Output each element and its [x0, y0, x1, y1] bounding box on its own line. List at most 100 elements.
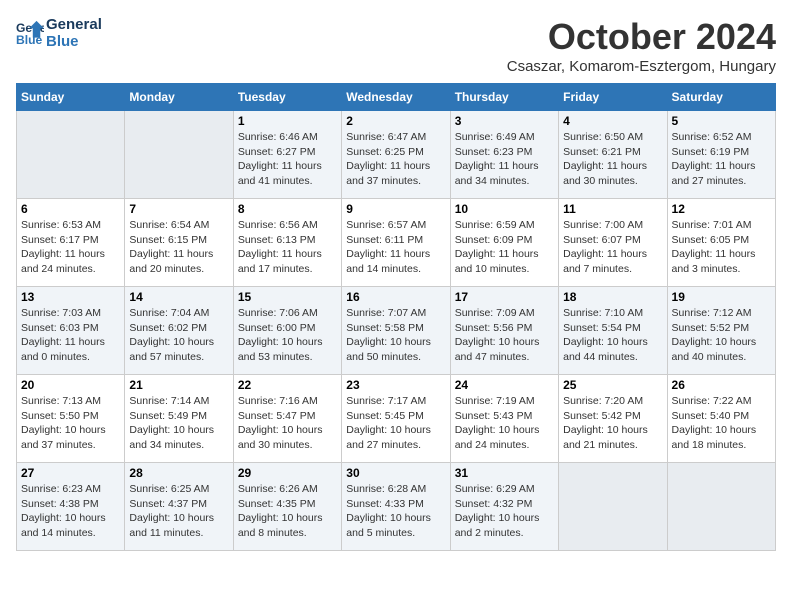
calendar-week-row: 27 Sunrise: 6:23 AM Sunset: 4:38 PM Dayli… — [17, 463, 776, 551]
calendar-cell: 17 Sunrise: 7:09 AM Sunset: 5:56 PM Dayli… — [450, 287, 558, 375]
day-info: Sunrise: 7:04 AM Sunset: 6:02 PM Dayligh… — [129, 306, 228, 365]
day-info: Sunrise: 6:57 AM Sunset: 6:11 PM Dayligh… — [346, 218, 445, 277]
calendar-cell: 19Sunrise: 7:12 AM Sunset: 5:52 PM Dayli… — [667, 287, 775, 375]
day-number: 18 — [563, 290, 662, 304]
calendar-cell: 30 Sunrise: 6:28 AM Sunset: 4:33 PM Dayli… — [342, 463, 450, 551]
day-info: Sunrise: 7:10 AM Sunset: 5:54 PM Dayligh… — [563, 306, 662, 365]
day-info: Sunrise: 7:03 AM Sunset: 6:03 PM Dayligh… — [21, 306, 120, 365]
day-number: 20 — [21, 378, 120, 392]
calendar-cell: 3Sunrise: 6:49 AM Sunset: 6:23 PM Daylig… — [450, 111, 558, 199]
calendar-cell: 23Sunrise: 7:17 AM Sunset: 5:45 PM Dayli… — [342, 375, 450, 463]
day-number: 15 — [238, 290, 337, 304]
day-number: 7 — [129, 202, 228, 216]
weekday-header: Sunday — [17, 84, 125, 111]
logo: General Blue General Blue — [16, 16, 102, 50]
calendar-cell: 26 Sunrise: 7:22 AM Sunset: 5:40 PM Dayli… — [667, 375, 775, 463]
day-number: 2 — [346, 114, 445, 128]
day-info: Sunrise: 6:53 AM Sunset: 6:17 PM Dayligh… — [21, 218, 120, 277]
day-info: Sunrise: 7:22 AM Sunset: 5:40 PM Dayligh… — [672, 394, 771, 453]
calendar-cell: 13 Sunrise: 7:03 AM Sunset: 6:03 PM Dayli… — [17, 287, 125, 375]
day-info: Sunrise: 6:23 AM Sunset: 4:38 PM Dayligh… — [21, 482, 120, 541]
day-number: 24 — [455, 378, 554, 392]
calendar-cell: 31Sunrise: 6:29 AM Sunset: 4:32 PM Dayli… — [450, 463, 558, 551]
day-number: 13 — [21, 290, 120, 304]
day-number: 14 — [129, 290, 228, 304]
calendar-cell: 1 Sunrise: 6:46 AM Sunset: 6:27 PM Daylig… — [233, 111, 341, 199]
calendar-cell: 8Sunrise: 6:56 AM Sunset: 6:13 PM Daylig… — [233, 199, 341, 287]
day-number: 6 — [21, 202, 120, 216]
day-number: 5 — [672, 114, 771, 128]
calendar-cell: 9 Sunrise: 6:57 AM Sunset: 6:11 PM Daylig… — [342, 199, 450, 287]
day-info: Sunrise: 7:13 AM Sunset: 5:50 PM Dayligh… — [21, 394, 120, 453]
day-number: 12 — [672, 202, 771, 216]
calendar-cell: 20 Sunrise: 7:13 AM Sunset: 5:50 PM Dayli… — [17, 375, 125, 463]
day-number: 1 — [238, 114, 337, 128]
day-info: Sunrise: 7:00 AM Sunset: 6:07 PM Dayligh… — [563, 218, 662, 277]
day-info: Sunrise: 6:50 AM Sunset: 6:21 PM Dayligh… — [563, 130, 662, 189]
calendar-cell: 12Sunrise: 7:01 AM Sunset: 6:05 PM Dayli… — [667, 199, 775, 287]
logo-line2: Blue — [46, 33, 102, 50]
calendar-cell: 28 Sunrise: 6:25 AM Sunset: 4:37 PM Dayli… — [125, 463, 233, 551]
day-number: 16 — [346, 290, 445, 304]
calendar-cell: 14 Sunrise: 7:04 AM Sunset: 6:02 PM Dayli… — [125, 287, 233, 375]
day-number: 22 — [238, 378, 337, 392]
calendar-cell: 29Sunrise: 6:26 AM Sunset: 4:35 PM Dayli… — [233, 463, 341, 551]
calendar-cell: 21Sunrise: 7:14 AM Sunset: 5:49 PM Dayli… — [125, 375, 233, 463]
calendar-week-row: 6 Sunrise: 6:53 AM Sunset: 6:17 PM Daylig… — [17, 199, 776, 287]
day-number: 3 — [455, 114, 554, 128]
day-number: 29 — [238, 466, 337, 480]
day-info: Sunrise: 6:25 AM Sunset: 4:37 PM Dayligh… — [129, 482, 228, 541]
day-number: 28 — [129, 466, 228, 480]
day-info: Sunrise: 6:47 AM Sunset: 6:25 PM Dayligh… — [346, 130, 445, 189]
weekday-header: Saturday — [667, 84, 775, 111]
calendar-week-row: 13 Sunrise: 7:03 AM Sunset: 6:03 PM Dayli… — [17, 287, 776, 375]
day-number: 8 — [238, 202, 337, 216]
day-number: 11 — [563, 202, 662, 216]
calendar-cell: 2 Sunrise: 6:47 AM Sunset: 6:25 PM Daylig… — [342, 111, 450, 199]
day-info: Sunrise: 6:54 AM Sunset: 6:15 PM Dayligh… — [129, 218, 228, 277]
calendar-table: SundayMondayTuesdayWednesdayThursdayFrid… — [16, 83, 776, 551]
calendar-cell — [559, 463, 667, 551]
calendar-cell: 4 Sunrise: 6:50 AM Sunset: 6:21 PM Daylig… — [559, 111, 667, 199]
weekday-header: Friday — [559, 84, 667, 111]
calendar-cell: 16Sunrise: 7:07 AM Sunset: 5:58 PM Dayli… — [342, 287, 450, 375]
logo-line1: General — [46, 16, 102, 33]
calendar-week-row: 20 Sunrise: 7:13 AM Sunset: 5:50 PM Dayli… — [17, 375, 776, 463]
weekday-header: Monday — [125, 84, 233, 111]
day-number: 30 — [346, 466, 445, 480]
day-number: 4 — [563, 114, 662, 128]
calendar-cell: 22 Sunrise: 7:16 AM Sunset: 5:47 PM Dayli… — [233, 375, 341, 463]
calendar-cell — [125, 111, 233, 199]
day-info: Sunrise: 6:28 AM Sunset: 4:33 PM Dayligh… — [346, 482, 445, 541]
logo-icon: General Blue — [16, 19, 44, 47]
day-info: Sunrise: 6:29 AM Sunset: 4:32 PM Dayligh… — [455, 482, 554, 541]
calendar-cell — [667, 463, 775, 551]
day-info: Sunrise: 7:06 AM Sunset: 6:00 PM Dayligh… — [238, 306, 337, 365]
calendar-cell: 18 Sunrise: 7:10 AM Sunset: 5:54 PM Dayli… — [559, 287, 667, 375]
day-info: Sunrise: 6:46 AM Sunset: 6:27 PM Dayligh… — [238, 130, 337, 189]
weekday-header: Thursday — [450, 84, 558, 111]
weekday-header: Tuesday — [233, 84, 341, 111]
calendar-cell: 10 Sunrise: 6:59 AM Sunset: 6:09 PM Dayli… — [450, 199, 558, 287]
day-number: 9 — [346, 202, 445, 216]
calendar-cell: 5 Sunrise: 6:52 AM Sunset: 6:19 PM Daylig… — [667, 111, 775, 199]
calendar-cell: 27 Sunrise: 6:23 AM Sunset: 4:38 PM Dayli… — [17, 463, 125, 551]
day-number: 26 — [672, 378, 771, 392]
day-info: Sunrise: 7:12 AM Sunset: 5:52 PM Dayligh… — [672, 306, 771, 365]
day-number: 27 — [21, 466, 120, 480]
day-info: Sunrise: 6:59 AM Sunset: 6:09 PM Dayligh… — [455, 218, 554, 277]
day-info: Sunrise: 7:19 AM Sunset: 5:43 PM Dayligh… — [455, 394, 554, 453]
day-number: 21 — [129, 378, 228, 392]
day-number: 10 — [455, 202, 554, 216]
weekday-header-row: SundayMondayTuesdayWednesdayThursdayFrid… — [17, 84, 776, 111]
day-info: Sunrise: 6:52 AM Sunset: 6:19 PM Dayligh… — [672, 130, 771, 189]
calendar-cell: 24 Sunrise: 7:19 AM Sunset: 5:43 PM Dayli… — [450, 375, 558, 463]
calendar-cell: 6 Sunrise: 6:53 AM Sunset: 6:17 PM Daylig… — [17, 199, 125, 287]
day-info: Sunrise: 7:09 AM Sunset: 5:56 PM Dayligh… — [455, 306, 554, 365]
day-number: 17 — [455, 290, 554, 304]
weekday-header: Wednesday — [342, 84, 450, 111]
calendar-cell: 25Sunrise: 7:20 AM Sunset: 5:42 PM Dayli… — [559, 375, 667, 463]
title-block: October 2024 Csaszar, Komarom-Esztergom,… — [507, 16, 776, 75]
day-info: Sunrise: 7:16 AM Sunset: 5:47 PM Dayligh… — [238, 394, 337, 453]
location-subtitle: Csaszar, Komarom-Esztergom, Hungary — [507, 58, 776, 75]
